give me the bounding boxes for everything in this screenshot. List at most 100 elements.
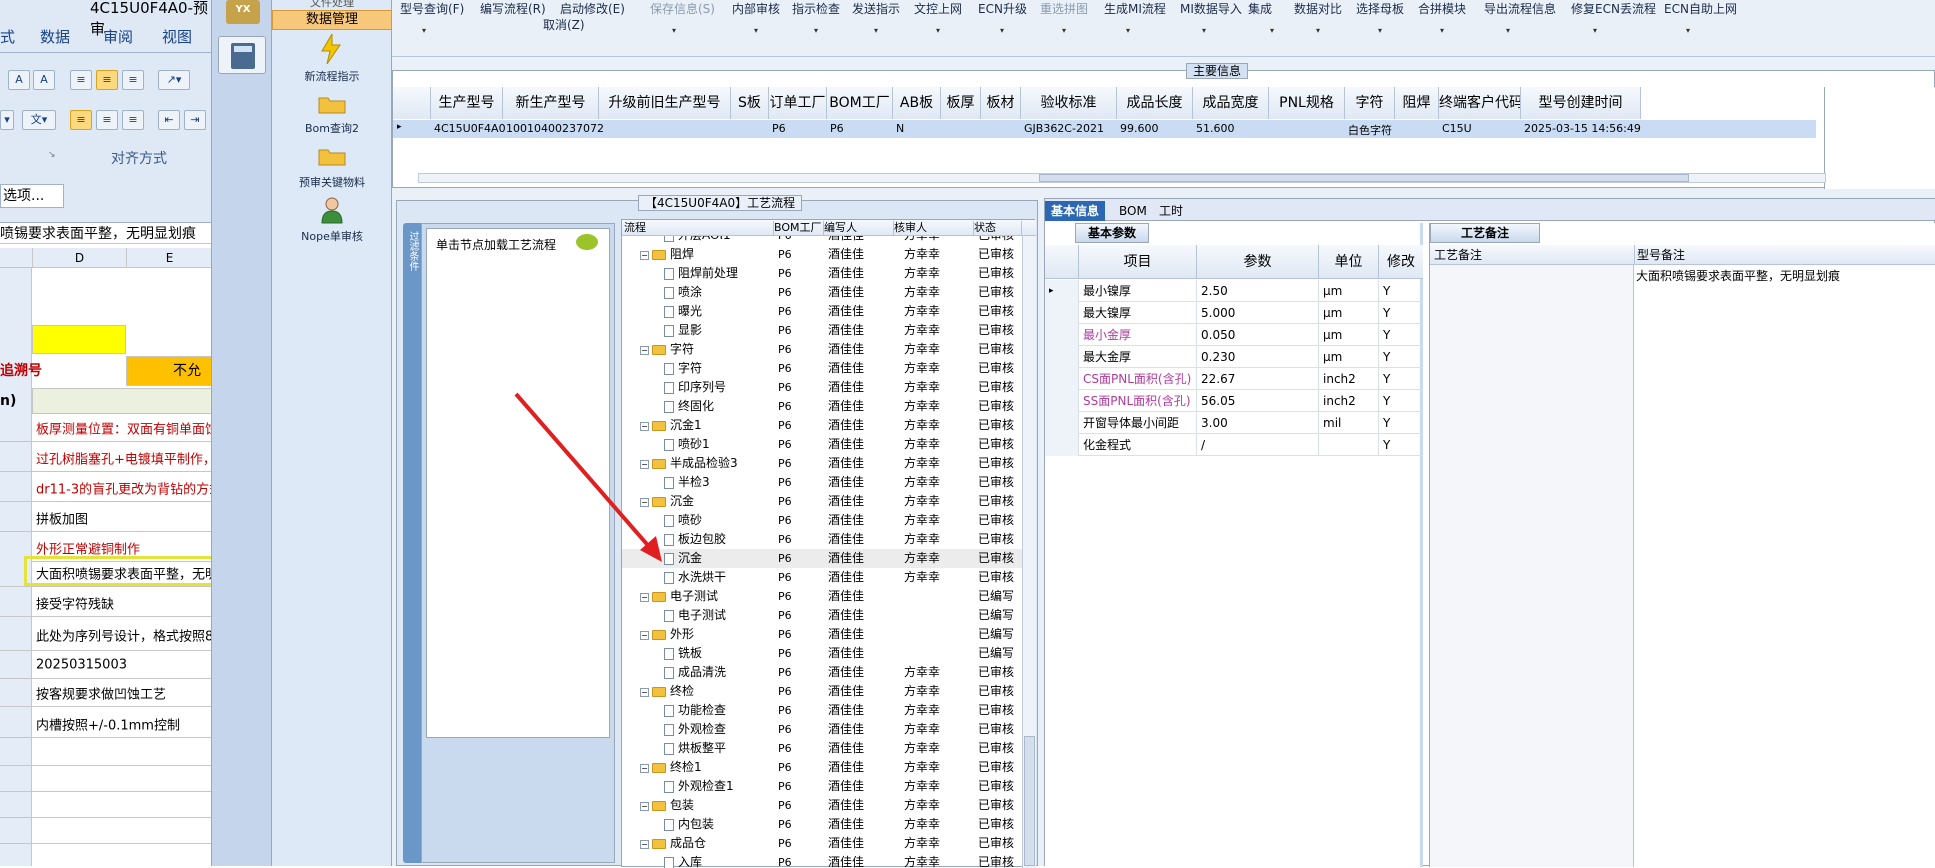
- dropdown-arrow-icon[interactable]: ▾: [1062, 26, 1066, 35]
- tree-row[interactable]: 铣板 P6 酒佳佳 已编写: [622, 644, 1022, 663]
- toolbar-button[interactable]: MI数据导入: [1180, 0, 1242, 17]
- dropdown-arrow-icon[interactable]: ▾: [1686, 26, 1690, 35]
- tree-row[interactable]: 功能检查 P6 酒佳佳 方幸幸 已审核: [622, 701, 1022, 720]
- main-info-cell[interactable]: N: [896, 122, 904, 135]
- main-info-col-header[interactable]: 板厚: [941, 87, 981, 119]
- tab-hours[interactable]: 工时: [1153, 201, 1189, 221]
- indent-decrease-icon[interactable]: ⇤: [158, 110, 180, 130]
- main-info-cell[interactable]: 4C15U0F4A0: [434, 122, 506, 135]
- ribbon-tab-data[interactable]: 数据: [40, 26, 70, 47]
- chat-bubble-icon[interactable]: [576, 234, 598, 250]
- dropdown-arrow-icon[interactable]: ▾: [672, 26, 676, 35]
- param-item[interactable]: CS面PNL面积(含孔): [1079, 368, 1197, 390]
- remarks-col-model[interactable]: 型号备注: [1634, 245, 1935, 265]
- param-value[interactable]: 56.05: [1197, 390, 1319, 412]
- param-unit[interactable]: μm: [1319, 302, 1379, 324]
- param-item[interactable]: 最大金厚: [1079, 346, 1197, 368]
- main-info-cell[interactable]: 2025-03-15 14:56:49: [1524, 122, 1641, 135]
- main-info-col-header[interactable]: 升级前旧生产型号: [599, 87, 731, 119]
- excel-row[interactable]: 按客规要求做凹蚀工艺: [0, 679, 211, 707]
- param-unit[interactable]: inch2: [1319, 390, 1379, 412]
- calculator-icon[interactable]: [218, 36, 266, 74]
- main-info-col-header[interactable]: 成品宽度: [1193, 87, 1269, 119]
- toolbar-button[interactable]: 导出流程信息: [1484, 0, 1556, 17]
- file-process-label[interactable]: 文件处理: [272, 0, 392, 10]
- tree-node[interactable]: − 字符: [640, 340, 694, 359]
- tree-row[interactable]: 喷涂 P6 酒佳佳 方幸幸 已审核: [622, 283, 1022, 302]
- params-col-unit[interactable]: 单位: [1319, 245, 1379, 279]
- excel-cell-text[interactable]: 此处为序列号设计，格式按照8: [36, 625, 211, 644]
- excel-cell-text[interactable]: 拼板加图: [36, 508, 88, 527]
- params-col-mod[interactable]: 修改: [1379, 245, 1423, 279]
- toolbar-button[interactable]: 型号查询(F): [400, 0, 464, 17]
- excel-row[interactable]: [0, 740, 211, 766]
- tree-node[interactable]: 外观检查1: [664, 777, 734, 796]
- remarks-tab[interactable]: 工艺备注: [1430, 223, 1541, 243]
- param-mod[interactable]: Y: [1379, 302, 1423, 324]
- main-info-col-header[interactable]: 终端客户代码: [1439, 87, 1521, 119]
- process-remark-box[interactable]: [1430, 265, 1634, 867]
- align-left-icon[interactable]: ≡: [70, 110, 92, 130]
- horizontal-scrollbar[interactable]: [418, 173, 1826, 183]
- params-row[interactable]: CS面PNL面积(含孔) 22.67 inch2 Y: [1045, 368, 1423, 390]
- tree-node[interactable]: 内包装: [664, 815, 714, 834]
- tree-col-header[interactable]: 核审人: [894, 221, 974, 235]
- tree-node[interactable]: − 包装: [640, 796, 694, 815]
- dropdown-arrow-icon[interactable]: ▾: [1440, 26, 1444, 35]
- dropdown-arrow-icon[interactable]: ▾: [1126, 26, 1130, 35]
- main-info-col-header[interactable]: 成品长度: [1117, 87, 1193, 119]
- tree-node[interactable]: 水洗烘干: [664, 568, 726, 587]
- main-info-col-header[interactable]: 型号创建时间: [1521, 87, 1641, 119]
- param-item[interactable]: SS面PNL面积(含孔): [1079, 390, 1197, 412]
- tree-col-header[interactable]: 编写人: [824, 221, 894, 235]
- main-info-row[interactable]: ▸ 4C15U0F4A0 10010400237072 P6 P6 N GJB362C-20…: [393, 120, 1816, 138]
- param-value[interactable]: 2.50: [1197, 280, 1319, 302]
- tree-row[interactable]: − 字符 P6 酒佳佳 方幸幸 已审核: [622, 340, 1022, 359]
- excel-row[interactable]: [0, 818, 211, 844]
- tree-row[interactable]: − 电子测试 P6 酒佳佳 已编写: [622, 587, 1022, 606]
- tree-row[interactable]: 电子测试 P6 酒佳佳 已编写: [622, 606, 1022, 625]
- collapse-toggle-icon[interactable]: −: [640, 592, 649, 602]
- formula-bar[interactable]: 喷锡要求表面平整，无明显划痕: [0, 222, 211, 244]
- dropdown-arrow-icon[interactable]: ▾: [1000, 26, 1004, 35]
- main-info-col-header[interactable]: 板材: [981, 87, 1021, 119]
- toolbar-button[interactable]: ECN自助上网: [1664, 0, 1737, 17]
- options-button[interactable]: 选项...: [0, 184, 64, 208]
- tree-row[interactable]: 曝光 P6 酒佳佳 方幸幸 已审核: [622, 302, 1022, 321]
- tree-row[interactable]: 阻焊前处理 P6 酒佳佳 方幸幸 已审核: [622, 264, 1022, 283]
- tree-scrollbar[interactable]: [1022, 236, 1036, 868]
- main-info-col-header[interactable]: 验收标准: [1021, 87, 1117, 119]
- param-value[interactable]: /: [1197, 434, 1319, 456]
- collapse-toggle-icon[interactable]: −: [640, 687, 649, 697]
- main-info-cell[interactable]: P6: [830, 122, 844, 135]
- main-info-col-header[interactable]: S板: [731, 87, 769, 119]
- toolbar-button[interactable]: 编写流程(R): [480, 0, 546, 17]
- indent-increase-icon[interactable]: ⇥: [184, 110, 206, 130]
- excel-row[interactable]: 过孔树脂塞孔+电镀填平制作，: [0, 444, 211, 472]
- param-item[interactable]: 最小镍厚: [1079, 280, 1197, 302]
- params-tab[interactable]: 基本参数: [1075, 223, 1150, 243]
- tree-row[interactable]: 水洗烘干 P6 酒佳佳 方幸幸 已审核: [622, 568, 1022, 587]
- dropdown-arrow-icon[interactable]: ▾: [814, 26, 818, 35]
- orientation-icon[interactable]: ↗▾: [158, 70, 190, 90]
- tree-row[interactable]: − 终检1 P6 酒佳佳 方幸幸 已审核: [622, 758, 1022, 777]
- tree-node[interactable]: 功能检查: [664, 701, 726, 720]
- tree-node[interactable]: 铣板: [664, 644, 702, 663]
- main-info-cell[interactable]: 99.600: [1120, 122, 1159, 135]
- green-cell[interactable]: [32, 388, 211, 414]
- cancel-button[interactable]: 取消(Z): [543, 16, 585, 33]
- param-unit[interactable]: μm: [1319, 280, 1379, 302]
- excel-cell-text[interactable]: 过孔树脂塞孔+电镀填平制作，: [36, 448, 211, 467]
- dialog-launcher-icon[interactable]: ↘: [48, 150, 56, 160]
- toolbar-button[interactable]: 数据对比: [1294, 0, 1342, 17]
- tree-row[interactable]: 喷砂 P6 酒佳佳 方幸幸 已审核: [622, 511, 1022, 530]
- param-mod[interactable]: Y: [1379, 412, 1423, 434]
- excel-cell-text[interactable]: dr11-3的盲孔更改为背钻的方式: [36, 478, 211, 497]
- main-info-cell[interactable]: 10010400237072: [506, 122, 604, 135]
- tree-row[interactable]: − 包装 P6 酒佳佳 方幸幸 已审核: [622, 796, 1022, 815]
- tree-node[interactable]: 喷涂: [664, 283, 702, 302]
- param-value[interactable]: 0.050: [1197, 324, 1319, 346]
- tree-row[interactable]: 印序列号 P6 酒佳佳 方幸幸 已审核: [622, 378, 1022, 397]
- excel-row[interactable]: 接受字符残缺: [0, 589, 211, 617]
- nav-new-process[interactable]: 新流程指示: [272, 68, 392, 84]
